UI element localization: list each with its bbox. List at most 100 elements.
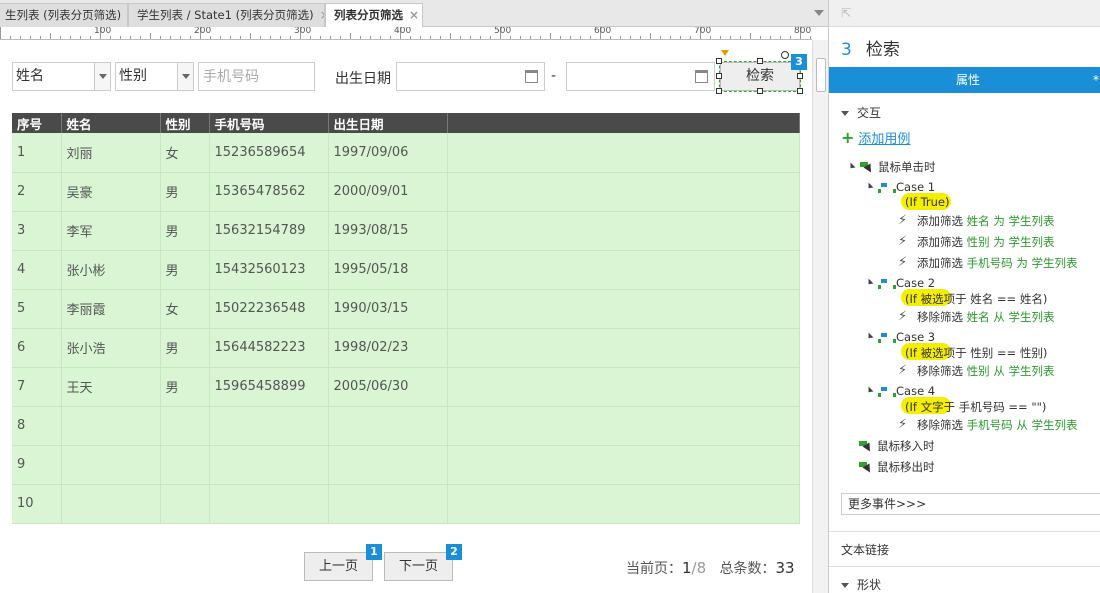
cell-empty (447, 289, 800, 329)
cell-empty (447, 445, 800, 485)
properties-tab-bar[interactable]: 属性 * (829, 67, 1100, 93)
action-verb: 移除筛选 (917, 310, 963, 324)
case-condition[interactable]: (If True) (901, 193, 951, 210)
condition-text: (If 被选项于 性别 == 性别) (905, 346, 1048, 360)
case-action[interactable]: 添加筛选 姓名 为 学生列表 (898, 213, 1054, 229)
prev-page-button[interactable]: 上一页 (304, 552, 373, 581)
event-on-click[interactable]: 鼠标单击时 (845, 159, 936, 175)
case-name: Case 4 (896, 384, 936, 398)
case-action[interactable]: 移除筛选 性别 从 学生列表 (898, 363, 1054, 379)
cell-gender (160, 445, 210, 485)
cell-index: 7 (12, 367, 62, 407)
more-events-select[interactable]: 更多事件>>> (841, 493, 1100, 515)
resize-handle[interactable] (797, 88, 803, 94)
resize-handle[interactable] (716, 88, 722, 94)
widget-title: 3 检索 (841, 35, 900, 60)
action-list: 学生列表 (1031, 256, 1078, 270)
cell-name: 李丽霞 (61, 289, 161, 329)
interaction-section-header[interactable]: 交互 (841, 104, 881, 121)
cell-gender (160, 406, 210, 446)
ruler-tick (270, 36, 271, 39)
name-select[interactable]: 姓名 (12, 62, 111, 91)
expand-triangle-icon[interactable] (863, 182, 874, 193)
text-link-section[interactable]: 文本链接 (841, 541, 889, 558)
cell-birthdate: 1993/08/15 (328, 211, 448, 251)
case-condition[interactable]: (If 被选项于 性别 == 性别) (901, 343, 1048, 361)
header-empty (447, 113, 800, 133)
cell-phone (209, 406, 329, 446)
tab-student-list[interactable]: 生列表 (列表分页筛选)× (0, 3, 128, 27)
collapse-panel-icon[interactable]: ⇱ (841, 6, 851, 20)
ruler-tick (190, 36, 191, 39)
add-case-label: 添加用例 (858, 132, 911, 147)
phone-input-box (198, 62, 315, 91)
tab-list-pagination-filter[interactable]: 列表分页筛选 × (325, 3, 423, 28)
ruler-tick (340, 36, 341, 39)
case-action[interactable]: 添加筛选 性别 为 学生列表 (898, 234, 1054, 250)
gender-select[interactable]: 性别 (115, 62, 194, 91)
cell-phone: 15644582223 (209, 328, 329, 368)
resize-handle[interactable] (797, 73, 803, 79)
ruler-tick (590, 36, 591, 39)
rotate-handle-icon[interactable] (781, 51, 789, 59)
resize-handle[interactable] (716, 58, 722, 64)
header-phone: 手机号码 (209, 113, 329, 133)
case-3[interactable]: Case 3 (863, 330, 935, 344)
resize-handle[interactable] (716, 73, 722, 79)
tab-properties[interactable]: 属性 (956, 67, 980, 93)
ruler-tick (420, 36, 421, 39)
tab-label: 学生列表 / State1 (列表分页筛选) (137, 8, 314, 22)
anchor-marker-icon[interactable] (721, 50, 729, 56)
ruler-tick (30, 36, 31, 39)
add-case-link[interactable]: + 添加用例 (841, 128, 910, 147)
action-bolt-icon (898, 417, 911, 433)
chevron-down-icon[interactable] (814, 10, 824, 16)
ruler-tick (130, 36, 131, 39)
action-verb: 添加筛选 (917, 214, 963, 228)
expand-triangle-icon[interactable] (845, 162, 856, 173)
event-mouse-enter[interactable]: 鼠标移入时 (859, 438, 935, 454)
expand-triangle-icon[interactable] (863, 386, 874, 397)
ruler-tick (20, 36, 21, 39)
ruler-tick (690, 36, 691, 39)
close-icon[interactable]: × (409, 8, 419, 22)
cell-name: 张小浩 (61, 328, 161, 368)
shape-section-header[interactable]: 形状 (841, 576, 881, 593)
calendar-icon[interactable] (695, 70, 708, 83)
phone-input[interactable] (203, 63, 314, 90)
event-mouse-leave[interactable]: 鼠标移出时 (859, 459, 935, 475)
case-2[interactable]: Case 2 (863, 276, 935, 290)
tab-student-list-state1[interactable]: 学生列表 / State1 (列表分页筛选)× (128, 3, 325, 27)
calendar-icon[interactable] (525, 70, 538, 83)
cell-birthdate: 1990/03/15 (328, 289, 448, 329)
case-condition[interactable]: (If 文字于 手机号码 == "") (901, 397, 1046, 415)
cell-empty (447, 250, 800, 290)
case-1[interactable]: Case 1 (863, 180, 935, 194)
resize-handle[interactable] (757, 58, 763, 64)
action-preposition: 为 (993, 235, 1005, 249)
inspector-panel: ⇱ 3 检索 属性 * 交互 + 添加用例 鼠标单击时 Case 1 (If True… (828, 0, 1100, 593)
ruler-tick (790, 36, 791, 39)
ruler-tick (530, 36, 531, 39)
scrollbar-thumb[interactable] (816, 58, 826, 92)
current-page-label: 当前页： (626, 561, 682, 577)
case-action[interactable]: 添加筛选 手机号码 为 学生列表 (898, 255, 1078, 271)
birth-end-date-field[interactable] (566, 62, 715, 91)
expand-triangle-icon[interactable] (863, 332, 874, 343)
case-action[interactable]: 移除筛选 姓名 从 学生列表 (898, 309, 1054, 325)
action-preposition: 为 (993, 214, 1005, 228)
birth-start-date-field[interactable] (396, 62, 545, 91)
vertical-scrollbar[interactable] (812, 40, 828, 593)
case-4[interactable]: Case 4 (863, 384, 936, 398)
case-condition[interactable]: (If 被选项于 姓名 == 姓名) (901, 289, 1047, 307)
next-page-button[interactable]: 下一页 (384, 552, 453, 581)
cell-index: 3 (12, 211, 62, 251)
ruler-tick (750, 33, 751, 39)
resize-handle[interactable] (757, 88, 763, 94)
cell-name: 李军 (61, 211, 161, 251)
case-action[interactable]: 移除筛选 手机号码 从 学生列表 (898, 417, 1077, 433)
table-row: 9 (12, 445, 800, 485)
action-preposition: 从 (993, 310, 1005, 324)
cell-index: 4 (12, 250, 62, 290)
expand-triangle-icon[interactable] (863, 278, 874, 289)
